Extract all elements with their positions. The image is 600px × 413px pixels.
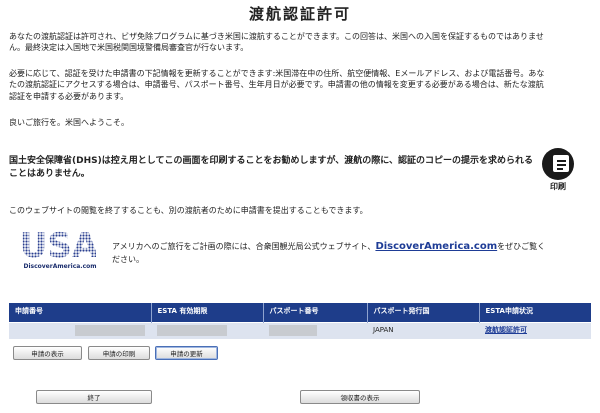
header-esta-status: ESTA申請状況: [479, 303, 591, 322]
cell-esta-status: 渡航認証許可: [479, 321, 591, 339]
usa-logo-icon: USA: [22, 228, 96, 260]
application-status-table: 申請番号 ESTA 有効期限 パスポート番号 パスポート発行国 ESTA申請状況…: [9, 303, 591, 339]
print-icon: [542, 148, 574, 180]
table-header-row: 申請番号 ESTA 有効期限 パスポート番号 パスポート発行国 ESTA申請状況: [9, 303, 591, 322]
update-info-notice: 必要に応じて、認証を受けた申請書の下記情報を更新することができます:米国滞在中の…: [9, 69, 545, 101]
discover-america-link[interactable]: DiscoverAmerica.com: [375, 241, 497, 252]
header-esta-expiration: ESTA 有効期限: [151, 303, 264, 322]
status-link[interactable]: 渡航認証許可: [485, 326, 527, 334]
redacted-expiration-date: [157, 325, 227, 337]
exit-button[interactable]: 終了: [36, 390, 152, 404]
page-title: 渡航認証許可: [248, 5, 351, 23]
redacted-application-number: [75, 325, 145, 337]
view-application-button[interactable]: 申請の表示: [13, 346, 82, 360]
print-recommendation: 国土安全保障省(DHS)は控え用としてこの画面を印刷することをお勧めしますが、渡…: [9, 156, 533, 180]
cell-application-number: [9, 321, 151, 339]
logo-text: DiscoverAmerica.com: [23, 263, 97, 270]
cell-passport-number: [263, 321, 367, 339]
header-passport-number: パスポート番号: [263, 303, 368, 322]
cell-esta-expiration: [151, 321, 263, 339]
print-application-button[interactable]: 申請の印刷: [88, 346, 150, 360]
view-receipt-button[interactable]: 領収書の表示: [300, 390, 420, 404]
header-application-number: 申請番号: [9, 303, 152, 322]
print-label: 印刷: [550, 182, 566, 191]
exit-notice: このウェブサイトの閲覧を終了することも、別の渡航者のために申請書を提出することも…: [9, 206, 368, 215]
approval-notice: あなたの渡航認証は許可され、ビザ免除プログラムに基づき米国に渡航することができま…: [9, 32, 544, 53]
update-application-button[interactable]: 申請の更新: [155, 346, 218, 360]
table-row: JAPAN 渡航認証許可: [9, 321, 591, 339]
print-button[interactable]: 印刷: [539, 148, 577, 194]
header-passport-country: パスポート発行国: [367, 303, 480, 322]
cell-passport-country: JAPAN: [367, 321, 479, 339]
logo-letters: USA: [22, 228, 96, 260]
discover-america-logo[interactable]: USA DiscoverAmerica.com: [20, 228, 100, 274]
welcome-message: 良いご旅行を。米国へようこそ。: [9, 118, 129, 127]
discover-america-message: アメリカへのご旅行をご計画の際には、合衆国観光局公式ウェブサイト、Discove…: [112, 239, 552, 266]
discover-text-before: アメリカへのご旅行をご計画の際には、合衆国観光局公式ウェブサイト、: [112, 242, 376, 251]
redacted-passport-number: [269, 325, 317, 337]
